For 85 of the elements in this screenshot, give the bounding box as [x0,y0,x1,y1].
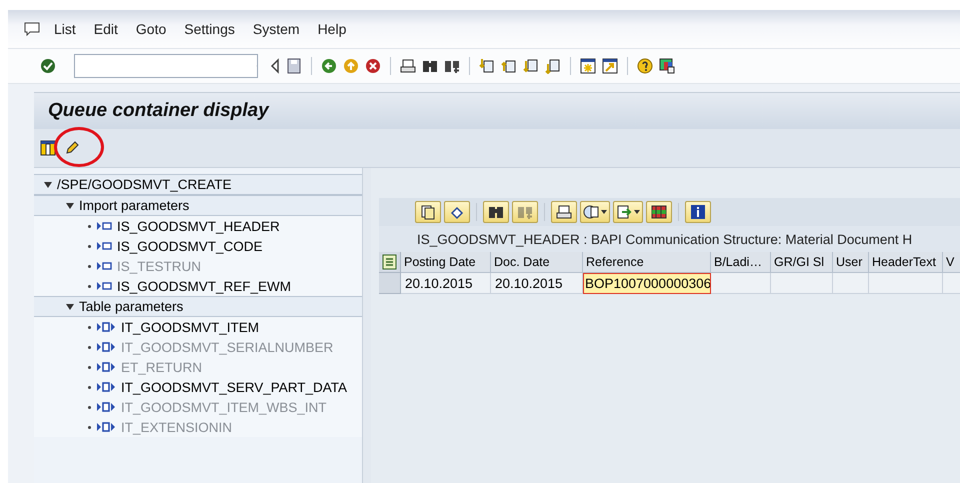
bullet [88,224,91,228]
column-header[interactable]: Posting Date [401,252,491,273]
structure-parameter-icon [96,260,112,272]
bullet [88,284,91,288]
table-parameter-icon [96,361,116,373]
help-icon[interactable] [637,58,653,74]
table-cell: BOP1007000000306 [583,273,711,294]
cancel-icon[interactable] [365,58,381,74]
bullet [88,406,91,408]
first-page-icon[interactable] [479,58,495,74]
last-page-icon[interactable] [545,58,561,74]
column-header[interactable]: V [943,252,960,273]
menu-item[interactable]: Goto [136,21,166,37]
table-parameter-icon [96,341,116,353]
details-button[interactable] [415,201,441,223]
layout-icon[interactable] [40,140,56,156]
table-cell [833,273,869,294]
back-triangle-icon[interactable] [270,58,280,74]
grid-title: IS_GOODSMVT_HEADER : BAPI Communication Structure: Material Document H [379,226,960,252]
print-icon [556,204,572,220]
table-cell [711,273,771,294]
find-button[interactable] [483,201,509,223]
column-header[interactable]: GR/GI Sl [771,252,833,273]
refresh-icon [449,204,465,220]
expand-triangle-icon[interactable] [66,202,74,210]
find-next-icon [517,204,533,220]
expand-triangle-icon[interactable] [44,180,52,188]
layout-button[interactable] [646,201,672,223]
menu-item[interactable]: Edit [94,21,118,37]
column-header[interactable]: User [833,252,869,273]
view-icon [583,204,599,220]
table-parameter-icon [96,381,116,393]
bullet [88,264,91,268]
find-icon[interactable] [422,58,438,74]
pencil-icon[interactable] [64,140,80,156]
info-icon [690,204,706,220]
menu-item[interactable]: List [54,21,76,37]
table-parameter-icon [96,321,116,333]
column-header[interactable]: HeaderText [869,252,943,273]
expand-triangle-icon[interactable] [66,302,74,310]
find-next-icon[interactable] [444,58,460,74]
export-icon [616,204,632,220]
save-icon[interactable] [286,58,302,74]
back-icon[interactable] [321,58,337,74]
print-icon[interactable] [400,58,416,74]
previous-page-icon[interactable] [501,58,517,74]
caret-icon [601,209,607,215]
column-header[interactable]: Reference [583,252,711,273]
bullet [88,326,91,328]
view-button[interactable] [580,201,610,223]
bullet [88,426,91,428]
column-header[interactable]: Doc. Date [491,252,583,273]
details-icon [420,204,436,220]
check-icon[interactable] [40,58,56,74]
select-all-icon[interactable] [382,254,398,270]
next-page-icon[interactable] [523,58,539,74]
export-button[interactable] [613,201,643,223]
shortcut-icon[interactable] [602,58,618,74]
table-cell: 20.10.2015 [401,273,491,294]
layout-icon [651,204,667,220]
menu-item[interactable]: System [252,21,300,37]
bullet [88,244,91,248]
table-cell [771,273,833,294]
find-icon [488,204,504,220]
structure-parameter-icon [96,220,112,232]
new-window-icon[interactable] [580,58,596,74]
column-header[interactable]: B/Ladi… [711,252,771,273]
bullet [88,366,91,368]
table-parameter-icon [96,401,116,413]
refresh-button[interactable] [444,201,470,223]
menu-item[interactable]: Settings [184,21,235,37]
table-parameter-icon [96,421,116,433]
table-cell: 20.10.2015 [491,273,583,294]
menu-item[interactable]: Help [318,21,346,37]
print-button[interactable] [551,201,577,223]
structure-parameter-icon [96,280,112,292]
caret-icon [634,209,640,215]
screen-title: Queue container display [48,100,269,122]
bullet [88,386,91,388]
layout-icon[interactable] [659,58,675,74]
bullet [88,346,91,348]
menu-icon[interactable] [24,22,40,36]
info-button[interactable] [685,201,711,223]
structure-parameter-icon [96,240,112,252]
command-field[interactable] [74,54,258,78]
